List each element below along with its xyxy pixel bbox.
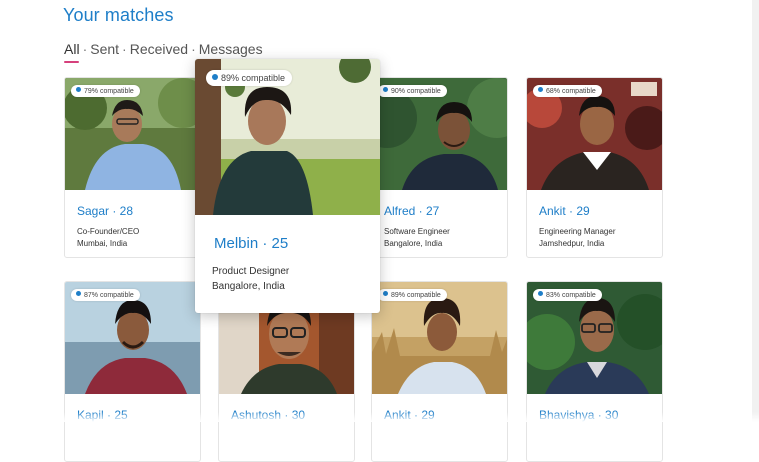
scrollbar-track[interactable]: [752, 0, 759, 422]
match-card-sagar[interactable]: 79% compatible Sagar · 28 Co-Founder/CEO…: [64, 77, 201, 258]
match-role: Software Engineer: [384, 227, 450, 236]
match-name[interactable]: Alfred · 27: [384, 204, 439, 218]
compatibility-dot-icon: [383, 87, 388, 92]
profile-photo: 89% compatible: [195, 59, 380, 215]
match-details: Software Engineer Bangalore, India: [384, 226, 450, 250]
tab-separator: ·: [122, 41, 127, 57]
profile-photo: 79% compatible: [65, 78, 200, 190]
match-card-ankit-2[interactable]: 89% compatible Ankit · 29: [371, 281, 508, 462]
compatibility-dot-icon: [212, 74, 218, 80]
compatibility-badge: 89% compatible: [378, 289, 447, 301]
tab-sent[interactable]: Sent: [90, 41, 119, 57]
compatibility-dot-icon: [76, 87, 81, 92]
bottom-fade: [0, 412, 759, 422]
match-location: Bangalore, India: [212, 281, 285, 292]
match-location: Mumbai, India: [77, 239, 128, 248]
tab-all[interactable]: All: [64, 41, 80, 57]
profile-photo: 83% compatible: [527, 282, 662, 394]
page-title: Your matches: [63, 5, 174, 25]
match-name[interactable]: Sagar · 28: [77, 204, 133, 218]
match-location: Jamshedpur, India: [539, 239, 605, 248]
match-card-bhavishya[interactable]: 83% compatible Bhavishya · 30: [526, 281, 663, 462]
compatibility-dot-icon: [383, 291, 388, 296]
compatibility-badge: 89% compatible: [206, 70, 293, 86]
match-details: Product Designer Bangalore, India: [212, 264, 289, 294]
match-filter-tabs: All · Sent · Received · Messages: [64, 41, 263, 57]
compatibility-badge: 87% compatible: [71, 289, 140, 301]
compatibility-dot-icon: [538, 291, 543, 296]
tab-separator: ·: [191, 41, 196, 57]
match-card-ankit[interactable]: 68% compatible Ankit · 29 Engineering Ma…: [526, 77, 663, 258]
match-details: Engineering Manager Jamshedpur, India: [539, 226, 616, 250]
profile-photo: 89% compatible: [372, 282, 507, 394]
tab-messages[interactable]: Messages: [199, 41, 263, 57]
active-tab-indicator: [64, 61, 79, 63]
profile-photo: 87% compatible: [65, 282, 200, 394]
compatibility-badge: 83% compatible: [533, 289, 602, 301]
profile-photo: 90% compatible: [372, 78, 507, 190]
compatibility-badge: 68% compatible: [533, 85, 602, 97]
match-role: Product Designer: [212, 266, 290, 277]
match-card-kapil[interactable]: 87% compatible Kapil · 25: [64, 281, 201, 462]
match-details: Co-Founder/CEO Mumbai, India: [77, 226, 139, 250]
match-name[interactable]: Ankit · 29: [539, 204, 590, 218]
profile-photo: 68% compatible: [527, 78, 662, 190]
compatibility-dot-icon: [76, 291, 81, 296]
match-location: Bangalore, India: [384, 239, 443, 248]
match-card-alfred[interactable]: 90% compatible Alfred · 27 Software Engi…: [371, 77, 508, 258]
match-card-melbin-expanded[interactable]: 89% compatible Melbin · 25 Product Desig…: [195, 59, 380, 313]
compatibility-badge: 90% compatible: [378, 85, 447, 97]
compatibility-badge: 79% compatible: [71, 85, 140, 97]
match-role: Engineering Manager: [539, 227, 616, 236]
tab-separator: ·: [82, 41, 88, 57]
tab-received[interactable]: Received: [130, 41, 188, 57]
match-name[interactable]: Melbin · 25: [214, 235, 288, 252]
match-role: Co-Founder/CEO: [77, 227, 140, 236]
compatibility-dot-icon: [538, 87, 543, 92]
